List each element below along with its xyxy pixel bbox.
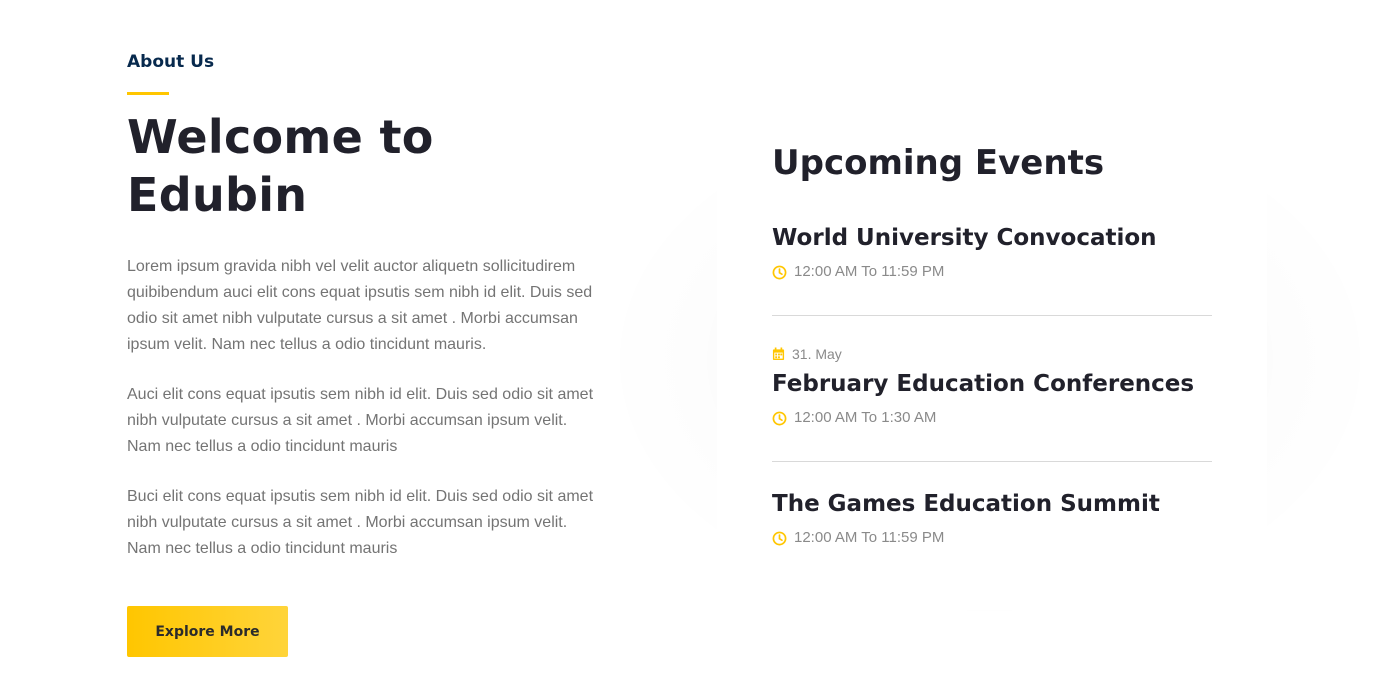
about-paragraph: Auci elit cons equat ipsutis sem nibh id… <box>127 386 594 455</box>
event-title-link[interactable]: World University Convocation <box>772 223 1212 253</box>
event-date-text: 31. May <box>792 346 842 362</box>
event-time: 12:00 AM To 11:59 PM <box>772 528 1212 548</box>
event-divider <box>772 461 1212 462</box>
clock-icon <box>772 265 787 279</box>
calendar-icon <box>772 347 785 361</box>
event-item: World University Convocation 12:00 AM To… <box>772 223 1212 282</box>
event-time-text: 12:00 AM To 1:30 AM <box>794 409 937 426</box>
event-item: The Games Education Summit 12:00 AM To 1… <box>772 489 1212 548</box>
page: About Us Welcome to Edubin Lorem ipsum g… <box>0 0 1392 691</box>
event-divider <box>772 315 1212 316</box>
event-time: 12:00 AM To 11:59 PM <box>772 262 1212 282</box>
events-title: Upcoming Events <box>772 143 1105 183</box>
event-time-text: 12:00 AM To 11:59 PM <box>794 263 945 280</box>
event-time: 12:00 AM To 1:30 AM <box>772 408 1212 428</box>
event-item: 31. May February Education Conferences 1… <box>772 344 1212 428</box>
label-underline <box>127 92 169 95</box>
clock-icon <box>772 531 787 545</box>
event-title-link[interactable]: February Education Conferences <box>772 369 1212 399</box>
event-title-link[interactable]: The Games Education Summit <box>772 489 1212 519</box>
about-paragraph: Buci elit cons equat ipsutis sem nibh id… <box>127 488 594 557</box>
clock-icon <box>772 411 787 425</box>
event-time-text: 12:00 AM To 11:59 PM <box>794 529 945 546</box>
about-text: Lorem ipsum gravida nibh vel velit aucto… <box>127 254 605 586</box>
section-label: About Us <box>127 52 215 72</box>
upcoming-events-card: Upcoming Events World University Convoca… <box>717 91 1267 610</box>
about-title: Welcome to Edubin <box>127 110 434 222</box>
explore-more-button[interactable]: Explore More <box>127 606 288 657</box>
about-paragraph: Lorem ipsum gravida nibh vel velit aucto… <box>127 258 593 353</box>
event-date: 31. May <box>772 344 1212 364</box>
